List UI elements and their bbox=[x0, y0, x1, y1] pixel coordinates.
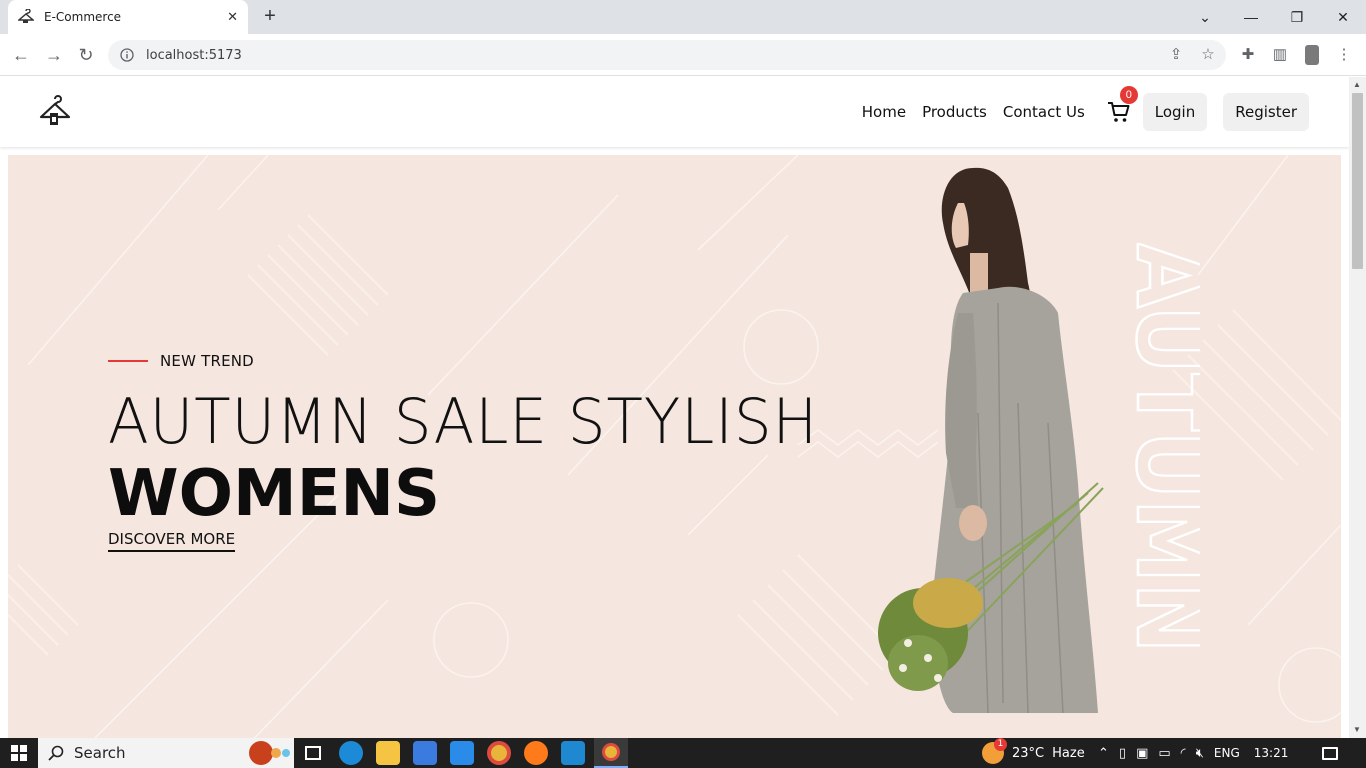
browser-tab[interactable]: E-Commerce ✕ bbox=[8, 0, 248, 34]
url-text: localhost:5173 bbox=[146, 47, 242, 63]
browser-toolbar: ← → ↻ localhost:5173 ⇪ ☆ ✚ ▥ ⋮ bbox=[0, 34, 1366, 76]
web-page: Home Products Contact Us 0 Login Registe… bbox=[0, 77, 1349, 738]
login-button[interactable]: Login bbox=[1142, 93, 1208, 131]
register-button[interactable]: Register bbox=[1223, 93, 1309, 131]
restore-icon[interactable]: ❐ bbox=[1274, 0, 1320, 34]
cart-button[interactable]: 0 bbox=[1107, 86, 1138, 124]
store-icon[interactable] bbox=[413, 741, 437, 765]
wifi-icon[interactable]: ◜ bbox=[1181, 746, 1186, 761]
show-hidden-icons-chevron[interactable]: ⌃ bbox=[1098, 746, 1109, 761]
scrollbar-thumb[interactable] bbox=[1352, 93, 1363, 269]
profile-avatar[interactable] bbox=[1300, 43, 1324, 67]
search-icon bbox=[48, 745, 64, 761]
windows-start-icon[interactable] bbox=[0, 738, 38, 768]
tab-search-chevron-icon[interactable]: ⌄ bbox=[1182, 0, 1228, 34]
window-close-icon[interactable]: ✕ bbox=[1320, 0, 1366, 34]
reload-icon[interactable]: ↻ bbox=[74, 43, 98, 67]
kicker-accent-line bbox=[108, 360, 148, 362]
kicker-text: NEW TREND bbox=[160, 352, 254, 370]
notifications-icon[interactable] bbox=[1322, 738, 1344, 768]
site-info-icon[interactable] bbox=[120, 48, 134, 62]
share-icon[interactable]: ⇪ bbox=[1164, 43, 1188, 67]
forward-icon[interactable]: → bbox=[42, 43, 66, 67]
weather-widget[interactable]: 1 23°C Haze bbox=[982, 738, 1085, 768]
firefox-icon[interactable] bbox=[524, 741, 548, 765]
hero-kicker: NEW TREND bbox=[108, 352, 254, 370]
task-view-icon[interactable] bbox=[301, 741, 325, 765]
hero-banner: NEW TREND AUTUMN SALE STYLISH WOMENS DIS… bbox=[8, 155, 1341, 738]
minimize-icon[interactable]: — bbox=[1228, 0, 1274, 34]
nav-link-home[interactable]: Home bbox=[862, 103, 906, 121]
hanger-logo-icon[interactable] bbox=[38, 95, 72, 129]
autumn-vertical-text: AUTUMN bbox=[1120, 243, 1200, 653]
meet-icon[interactable]: ▣ bbox=[1136, 746, 1148, 761]
weather-desc: Haze bbox=[1052, 745, 1085, 761]
search-highlight-icon bbox=[249, 741, 290, 765]
model-photo bbox=[878, 167, 1104, 713]
discover-more-link[interactable]: DISCOVER MORE bbox=[108, 530, 236, 552]
search-placeholder: Search bbox=[74, 744, 126, 762]
weather-icon: 1 bbox=[982, 738, 1007, 764]
page-scrollbar[interactable]: ▲ ▼ bbox=[1349, 77, 1366, 738]
chrome-icon[interactable] bbox=[487, 741, 511, 765]
volume-muted-icon[interactable]: 🔇︎ bbox=[1196, 746, 1204, 761]
browser-menu-icon[interactable]: ⋮ bbox=[1332, 43, 1356, 67]
taskbar-search-box[interactable]: Search bbox=[38, 738, 294, 768]
side-panel-icon[interactable]: ▥ bbox=[1268, 43, 1292, 67]
mail-icon[interactable] bbox=[450, 741, 474, 765]
system-tray-icons: ⌃ ▯ ▣ ▭ ◜ 🔇︎ ENG 13:21 bbox=[1098, 738, 1288, 768]
back-icon[interactable]: ← bbox=[9, 43, 33, 67]
nav-links: Home Products Contact Us 0 Login Registe… bbox=[862, 77, 1349, 147]
clock[interactable]: 13:21 bbox=[1254, 746, 1289, 760]
nav-link-products[interactable]: Products bbox=[922, 103, 987, 121]
windows-taskbar: Search 1 23°C Haze ⌃ ▯ ▣ ▭ ◜ 🔇︎ ENG 13:2… bbox=[0, 738, 1366, 768]
weather-temp: 23°C bbox=[1012, 745, 1045, 761]
address-bar[interactable]: localhost:5173 bbox=[108, 40, 1226, 70]
site-navbar: Home Products Contact Us 0 Login Registe… bbox=[0, 77, 1349, 147]
weather-alert-badge: 1 bbox=[994, 738, 1007, 751]
nav-link-contact[interactable]: Contact Us bbox=[1003, 103, 1085, 121]
hero-headline-line2: WOMENS bbox=[108, 457, 441, 531]
battery-icon[interactable]: ▭ bbox=[1158, 746, 1170, 761]
file-explorer-icon[interactable] bbox=[376, 741, 400, 765]
tab-title: E-Commerce bbox=[44, 10, 122, 24]
device-icon[interactable]: ▯ bbox=[1119, 746, 1126, 761]
bookmark-star-icon[interactable]: ☆ bbox=[1196, 43, 1220, 67]
browser-tab-bar: E-Commerce ✕ + ⌄ — ❐ ✕ bbox=[0, 0, 1366, 34]
cart-count-badge: 0 bbox=[1119, 86, 1138, 104]
tab-close-icon[interactable]: ✕ bbox=[227, 9, 238, 25]
hanger-favicon-icon bbox=[18, 9, 34, 23]
new-tab-icon[interactable]: + bbox=[258, 5, 282, 29]
autumn-vertical-outline-text: AUTUMN bbox=[1120, 243, 1200, 653]
chrome-active-icon[interactable] bbox=[594, 738, 628, 768]
extensions-icon[interactable]: ✚ bbox=[1236, 43, 1260, 67]
language-indicator[interactable]: ENG bbox=[1214, 746, 1240, 760]
vscode-icon[interactable] bbox=[561, 741, 585, 765]
edge-icon[interactable] bbox=[339, 741, 363, 765]
hero-headline-line1: AUTUMN SALE STYLISH bbox=[108, 385, 819, 458]
